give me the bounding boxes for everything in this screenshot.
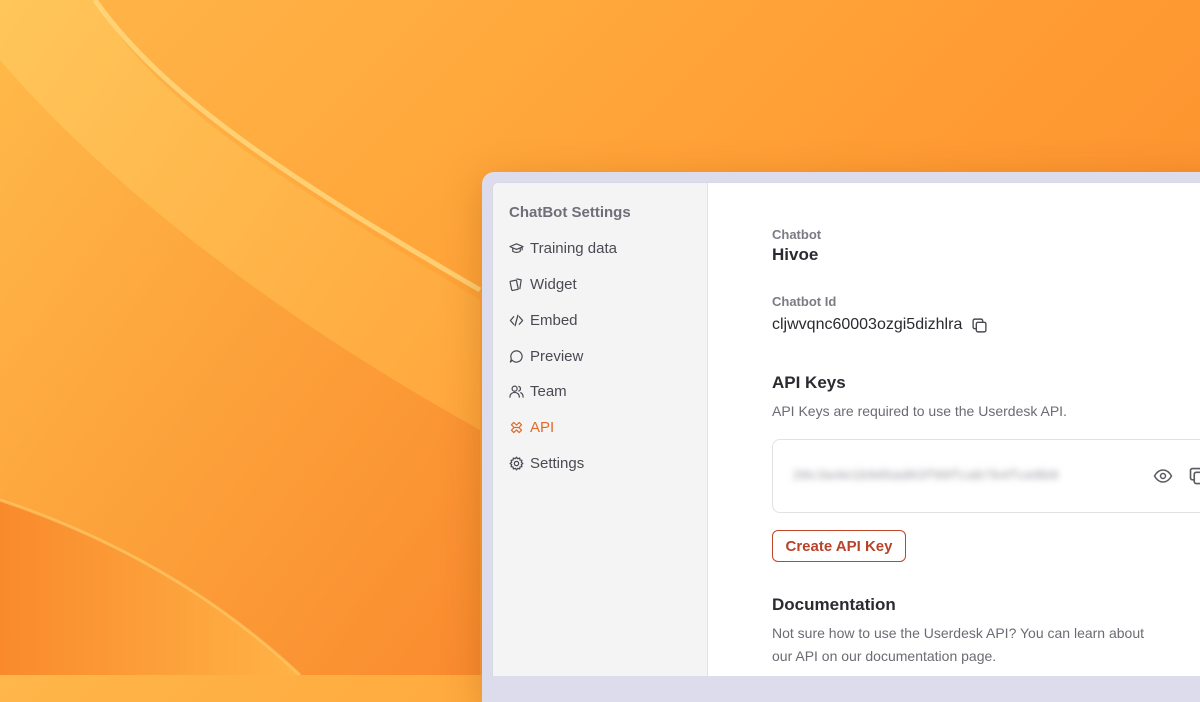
api-keys-description: API Keys are required to use the Userdes… <box>772 403 1067 419</box>
create-api-key-button[interactable]: Create API Key <box>772 530 906 562</box>
chatbot-id-value: cljwvqnc60003ozgi5dizhlra <box>772 316 963 333</box>
sidebar-item-widget[interactable]: Widget <box>509 272 577 296</box>
sidebar-item-settings[interactable]: Settings <box>509 451 584 475</box>
sidebar-item-label: Team <box>530 382 567 400</box>
chatbot-id-row: cljwvqnc60003ozgi5dizhlra <box>772 316 988 334</box>
sidebar-item-team[interactable]: Team <box>509 379 567 403</box>
api-keys-heading: API Keys <box>772 373 846 392</box>
sidebar: ChatBot Settings Training data Widget Em… <box>493 183 708 676</box>
sidebar-item-label: Settings <box>530 454 585 472</box>
code-icon <box>509 314 524 326</box>
gear-icon <box>509 456 524 470</box>
sidebar-item-label: Embed <box>530 311 578 329</box>
sidebar-item-api[interactable]: API <box>509 415 554 439</box>
sidebar-item-label: API <box>530 418 555 436</box>
eye-icon[interactable] <box>1153 467 1173 485</box>
sidebar-title: ChatBot Settings <box>509 204 631 221</box>
widget-icon <box>509 277 522 291</box>
chatbot-label: Chatbot <box>772 227 822 242</box>
chatbot-id-label: Chatbot Id <box>772 294 837 309</box>
documentation-heading: Documentation <box>772 595 896 614</box>
graduation-cap-icon <box>509 242 524 253</box>
api-key-value: 20c3a4e1b9d5ad63f09fcab7b4fce8b0 <box>793 468 1059 483</box>
sidebar-item-label: Widget <box>530 275 577 293</box>
api-key-card: 20c3a4e1b9d5ad63f09fcab7b4fce8b0 <box>772 439 1200 513</box>
copy-icon[interactable] <box>971 317 988 334</box>
copy-icon[interactable] <box>1188 466 1200 486</box>
chatbot-name: Hivoe <box>772 245 819 264</box>
users-icon <box>509 385 524 398</box>
sidebar-item-embed[interactable]: Embed <box>509 308 578 332</box>
main-content: Chatbot Hivoe Chatbot Id cljwvqnc60003oz… <box>707 183 1200 676</box>
documentation-description-line2: our API on our documentation page. <box>772 648 997 664</box>
chat-bubble-icon <box>509 349 523 363</box>
sidebar-item-label: Training data <box>530 239 617 257</box>
api-icon <box>510 421 523 433</box>
sidebar-item-training-data[interactable]: Training data <box>509 236 617 260</box>
sidebar-item-preview[interactable]: Preview <box>509 344 583 368</box>
settings-panel: ChatBot Settings Training data Widget Em… <box>492 182 1200 676</box>
sidebar-item-label: Preview <box>530 347 584 365</box>
documentation-description-line1: Not sure how to use the Userdesk API? Yo… <box>772 625 1145 641</box>
